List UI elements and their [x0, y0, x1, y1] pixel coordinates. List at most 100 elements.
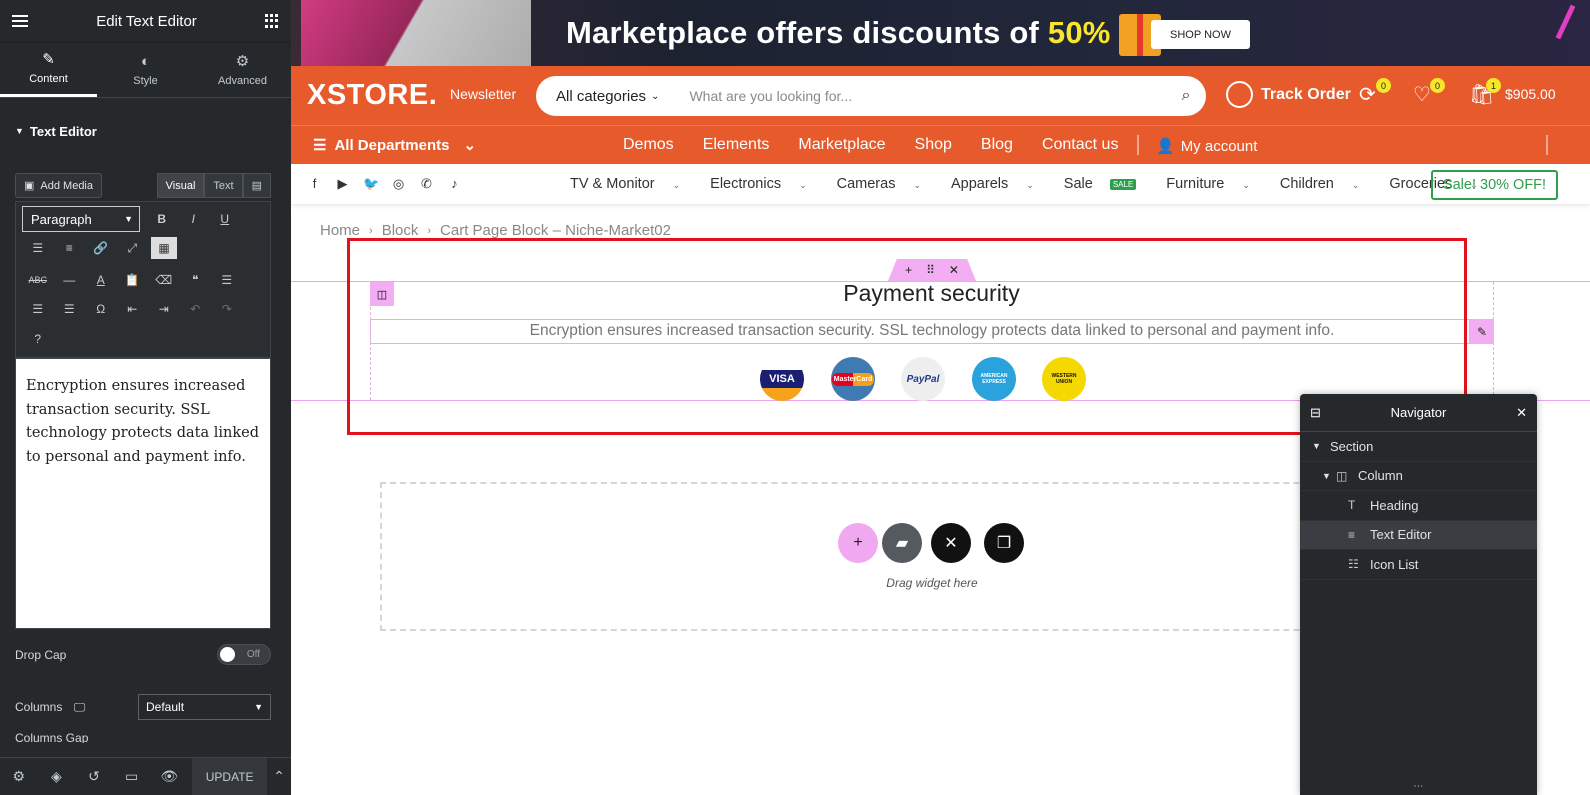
sale-30-button[interactable]: Sale! 30% OFF!: [1431, 170, 1558, 200]
add-widget-button[interactable]: +: [838, 523, 878, 563]
responsive-icon[interactable]: ▭: [113, 758, 151, 795]
widgets-grid-icon[interactable]: [264, 14, 279, 28]
edit-pencil-icon[interactable]: ✎: [1470, 319, 1494, 344]
resize-handle-icon[interactable]: ⋯: [1300, 781, 1537, 795]
toolbar-toggle-icon[interactable]: ▦: [151, 237, 177, 259]
blockquote-icon[interactable]: ❝: [180, 267, 212, 293]
section-toggle-text-editor[interactable]: ▼ Text Editor: [0, 108, 291, 154]
preview-eye-icon[interactable]: 👁: [150, 758, 188, 795]
nav-link-marketplace[interactable]: Marketplace: [798, 136, 885, 154]
navigator-item-icon-list[interactable]: ☷ Icon List: [1300, 550, 1537, 580]
align-center-icon[interactable]: ☰: [22, 296, 54, 322]
nav-link-contact[interactable]: Contact us: [1042, 136, 1118, 154]
history-icon[interactable]: ↺: [75, 758, 113, 795]
paste-text-icon[interactable]: 📋: [117, 267, 149, 293]
navigator-item-heading[interactable]: T Heading: [1300, 491, 1537, 521]
text-editor-area[interactable]: Encryption ensures increased transaction…: [15, 358, 271, 629]
compare-icon[interactable]: ⟳ 0: [1359, 78, 1391, 108]
layers-icon[interactable]: ◈: [38, 758, 76, 795]
wishlist-heart-icon[interactable]: ♡ 0: [1413, 78, 1445, 108]
tiktok-icon[interactable]: ♪: [447, 176, 462, 192]
instagram-icon[interactable]: ◎: [391, 176, 406, 192]
settings-icon[interactable]: ⚙: [0, 758, 38, 795]
navigator-item-column[interactable]: ▼ ◫ Column: [1300, 462, 1537, 491]
hamburger-menu-icon[interactable]: [12, 15, 28, 27]
search-input[interactable]: What are you looking for...: [673, 88, 1166, 104]
tab-style[interactable]: ◐ Style: [97, 43, 194, 97]
whatsapp-icon[interactable]: ✆: [419, 176, 434, 192]
paste-button[interactable]: ❐: [984, 523, 1024, 563]
close-icon[interactable]: ✕: [1516, 405, 1527, 421]
caret-down-icon[interactable]: ▼: [1322, 471, 1336, 481]
newsletter-link[interactable]: Newsletter: [450, 86, 516, 102]
cat-tv-monitor[interactable]: TV & Monitor ⌄: [570, 176, 695, 192]
category-select[interactable]: All categories ⌄: [536, 88, 673, 105]
cat-furniture[interactable]: Furniture ⌄: [1166, 176, 1265, 192]
add-media-button[interactable]: ▣ Add Media: [15, 173, 102, 198]
track-order-link[interactable]: Track Order: [1226, 81, 1351, 108]
link-icon[interactable]: 🔗: [85, 235, 117, 261]
fullscreen-icon[interactable]: ⤢: [117, 235, 149, 261]
align-right-icon[interactable]: ☰: [54, 296, 86, 322]
cat-apparels[interactable]: Apparels ⌄: [951, 176, 1049, 192]
twitter-icon[interactable]: 🐦: [363, 176, 379, 192]
desktop-icon[interactable]: 🖵: [74, 700, 86, 714]
redo-icon[interactable]: ↷: [211, 296, 243, 322]
format-select[interactable]: Paragraph ▼: [22, 206, 140, 232]
cat-sale[interactable]: Sale SALE: [1064, 176, 1152, 192]
nav-link-demos[interactable]: Demos: [623, 136, 674, 154]
align-left-icon[interactable]: ☰: [211, 267, 243, 293]
cat-children[interactable]: Children ⌄: [1280, 176, 1375, 192]
help-icon[interactable]: ?: [22, 326, 54, 352]
columns-select[interactable]: Default ▼: [138, 694, 271, 720]
nav-link-elements[interactable]: Elements: [703, 136, 770, 154]
shop-now-button[interactable]: SHOP NOW: [1151, 20, 1250, 49]
breadcrumb-block[interactable]: Block: [382, 222, 419, 239]
facebook-icon[interactable]: f: [307, 176, 322, 192]
drop-zone[interactable]: [380, 482, 1460, 631]
tab-content[interactable]: ✎ Content: [0, 43, 97, 97]
navigator-item-text-editor[interactable]: ≡ Text Editor: [1300, 520, 1537, 550]
bullet-list-icon[interactable]: ☰: [22, 235, 54, 261]
horizontal-line-icon[interactable]: —: [54, 267, 86, 293]
youtube-icon[interactable]: ▶: [335, 176, 350, 192]
chevron-up-icon[interactable]: ⌃: [267, 758, 291, 795]
undo-icon[interactable]: ↶: [180, 296, 212, 322]
template-library-button[interactable]: ▰: [882, 523, 922, 563]
search-icon[interactable]: ⌕: [1166, 87, 1206, 105]
text-tab[interactable]: Text: [204, 173, 243, 198]
tab-advanced[interactable]: ⚙ Advanced: [194, 43, 291, 97]
indent-icon[interactable]: ⇥: [148, 296, 180, 322]
numbered-list-icon[interactable]: ≡: [54, 235, 86, 261]
collapse-all-icon[interactable]: ⊟: [1310, 405, 1321, 421]
text-color-icon[interactable]: A: [85, 267, 117, 293]
cart-icon[interactable]: 🛍 1: [1469, 78, 1501, 108]
bold-icon[interactable]: B: [146, 206, 178, 232]
update-button[interactable]: UPDATE: [192, 757, 268, 795]
navigator-item-section[interactable]: ▼ Section: [1300, 432, 1537, 462]
visual-tab[interactable]: Visual: [156, 173, 205, 198]
outdent-icon[interactable]: ⇤: [117, 296, 149, 322]
drop-cap-state: Off: [246, 649, 260, 660]
cat-electronics[interactable]: Electronics ⌄: [710, 176, 821, 192]
xstore-kit-button[interactable]: ✕: [931, 523, 971, 563]
site-logo[interactable]: XSTORE.: [307, 79, 437, 112]
italic-icon[interactable]: I: [178, 206, 210, 232]
cat-cameras[interactable]: Cameras ⌄: [837, 176, 936, 192]
drop-cap-toggle[interactable]: Off: [217, 644, 271, 665]
underline-icon[interactable]: U: [209, 206, 241, 232]
icon-list-icon: ☷: [1348, 557, 1359, 572]
chevron-down-icon: ⌄: [463, 137, 477, 154]
special-char-icon[interactable]: Ω: [85, 296, 117, 322]
nav-link-blog[interactable]: Blog: [981, 136, 1013, 154]
strikethrough-icon[interactable]: ABC: [22, 267, 54, 293]
nav-divider: [1546, 135, 1548, 155]
my-account-link[interactable]: 👤 My account: [1156, 137, 1257, 156]
shortcode-icon[interactable]: ▤: [242, 173, 271, 198]
all-departments-button[interactable]: ☰ All Departments ⌄: [313, 136, 477, 155]
clear-format-icon[interactable]: ⌫: [148, 267, 180, 293]
nav-link-shop[interactable]: Shop: [915, 136, 952, 154]
cart-total[interactable]: $905.00: [1505, 86, 1556, 102]
breadcrumb-home[interactable]: Home: [320, 222, 360, 239]
caret-down-icon[interactable]: ▼: [1312, 441, 1326, 451]
